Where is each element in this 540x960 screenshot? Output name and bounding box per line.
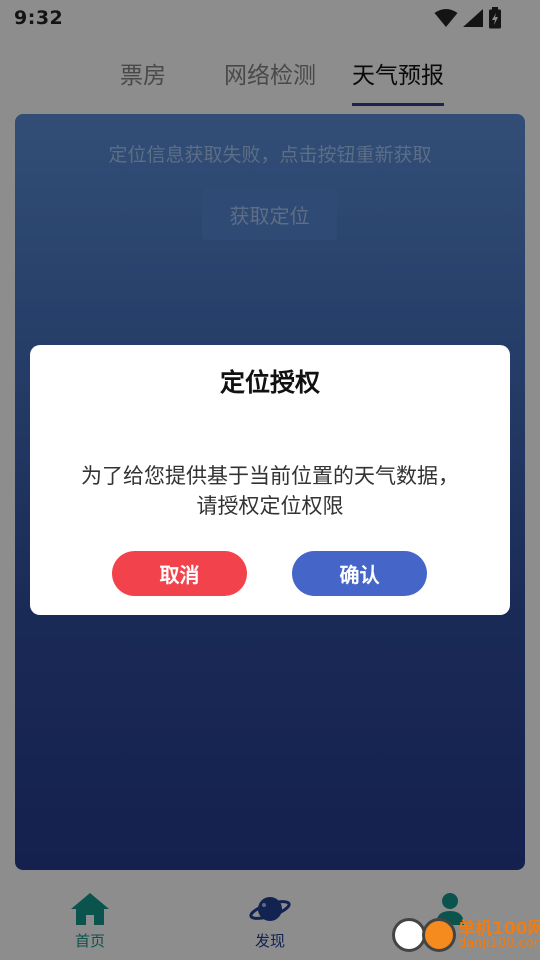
watermark-logo-circle — [392, 918, 426, 952]
watermark-logo-circle — [422, 918, 456, 952]
site-watermark: 单机100网 danji100.com — [388, 912, 540, 958]
watermark-url: danji100.com — [458, 936, 540, 951]
location-permission-dialog: 定位授权 为了给您提供基于当前位置的天气数据， 请授权定位权限 取消 确认 — [30, 345, 510, 615]
dialog-message: 为了给您提供基于当前位置的天气数据， 请授权定位权限 — [50, 461, 490, 521]
confirm-button[interactable]: 确认 — [292, 551, 427, 596]
dialog-title: 定位授权 — [219, 368, 320, 397]
dialog-message-line2: 请授权定位权限 — [196, 494, 344, 518]
cancel-button[interactable]: 取消 — [112, 551, 247, 596]
dialog-message-line1: 为了给您提供基于当前位置的天气数据， — [81, 464, 459, 488]
